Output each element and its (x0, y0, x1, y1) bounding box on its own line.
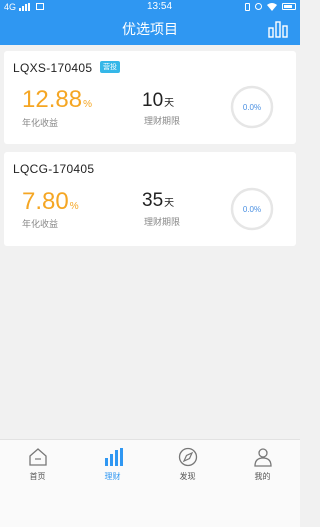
tab-label: 我的 (254, 472, 271, 481)
tab-home[interactable]: 首页 (0, 440, 75, 488)
term-value: 10 (142, 90, 164, 111)
vibrate-icon (245, 2, 250, 11)
product-card[interactable]: LQCG-170405 7.80% 年化收益 35天 理财期限 0.0% (4, 152, 296, 246)
product-name: LQCG-170405 (13, 162, 95, 176)
progress-ring: 0.0% (229, 186, 275, 232)
product-name: LQXS-170405 (13, 61, 93, 75)
product-card[interactable]: LQXS-170405 营投 12.88% 年化收益 10天 理财期限 0.0% (4, 51, 296, 144)
tab-bar: 首页 理财 发现 我的 (0, 439, 300, 527)
term-value: 35 (142, 190, 164, 211)
annual-rate-unit: % (83, 99, 92, 110)
alarm-icon (255, 3, 262, 10)
annual-rate-label: 年化收益 (22, 219, 59, 229)
annual-rate: 7.80% (22, 188, 79, 216)
network-type: 4G (4, 1, 17, 12)
chart-icon (104, 448, 123, 466)
wifi-icon (267, 2, 277, 11)
term: 35天 (142, 190, 174, 212)
product-tag: 营投 (100, 61, 120, 73)
term: 10天 (142, 90, 174, 112)
term-unit: 天 (164, 198, 175, 209)
status-time: 13:54 (146, 1, 173, 12)
tab-finance[interactable]: 理财 (75, 440, 150, 488)
nav-bar: 优选项目 (0, 13, 300, 45)
annual-rate-value: 12.88 (22, 86, 83, 113)
progress-text: 0.0% (242, 102, 262, 112)
tab-me[interactable]: 我的 (225, 440, 300, 488)
page-title: 优选项目 (122, 21, 178, 37)
tab-discover[interactable]: 发现 (150, 440, 225, 488)
battery-icon (282, 3, 296, 10)
term-label: 理财期限 (144, 116, 181, 126)
user-icon (253, 448, 272, 467)
status-right (245, 2, 296, 11)
progress-text: 0.0% (242, 204, 262, 214)
bar-chart-icon[interactable] (268, 20, 288, 38)
progress-ring: 0.0% (229, 84, 275, 130)
tab-label: 理财 (104, 472, 121, 481)
tab-label: 发现 (179, 472, 196, 481)
annual-rate-unit: % (69, 201, 79, 212)
tab-label: 首页 (29, 472, 46, 481)
signal-icon (19, 2, 31, 11)
sim-icon (36, 3, 45, 10)
term-unit: 天 (164, 98, 175, 109)
status-bar: 4G 13:54 (0, 0, 300, 13)
home-icon (28, 448, 47, 466)
compass-icon (178, 447, 197, 467)
annual-rate-value: 7.80 (22, 188, 69, 215)
term-label: 理财期限 (144, 217, 181, 227)
annual-rate: 12.88% (22, 86, 92, 114)
annual-rate-label: 年化收益 (22, 118, 59, 128)
